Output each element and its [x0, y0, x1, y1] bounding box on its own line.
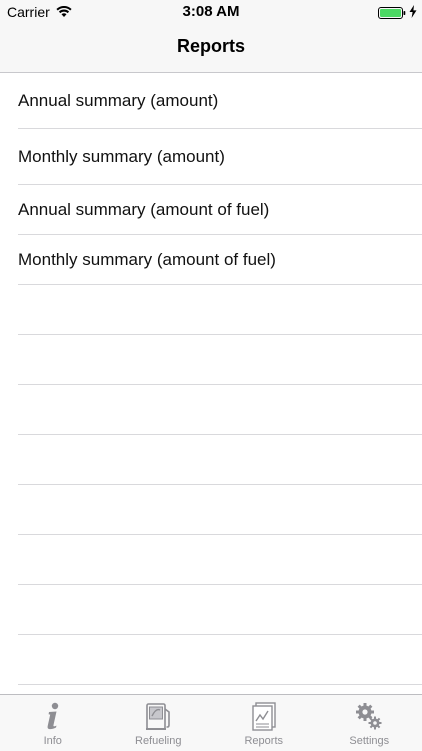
empty-row [18, 335, 422, 385]
empty-row [18, 285, 422, 335]
list-item-annual-amount[interactable]: Annual summary (amount) [18, 73, 422, 129]
info-icon [38, 701, 68, 736]
status-bar: Carrier 3:08 AM [0, 0, 422, 24]
list-item-monthly-fuel[interactable]: Monthly summary (amount of fuel) [18, 235, 422, 285]
tab-bar: Info Refueling Reports [0, 694, 422, 751]
empty-row [18, 485, 422, 535]
gears-icon [354, 701, 384, 736]
page-title: Reports [0, 36, 422, 57]
empty-row [18, 585, 422, 635]
navigation-bar: Reports [0, 24, 422, 73]
tab-info[interactable]: Info [0, 695, 106, 751]
tab-settings[interactable]: Settings [317, 695, 422, 751]
tab-refueling[interactable]: Refueling [106, 695, 212, 751]
fuel-pump-icon [143, 701, 173, 736]
charging-bolt-icon [409, 5, 417, 23]
tab-reports[interactable]: Reports [211, 695, 317, 751]
empty-row [18, 535, 422, 585]
list-item-monthly-amount[interactable]: Monthly summary (amount) [18, 129, 422, 185]
reports-icon [249, 701, 279, 736]
list-item-label: Monthly summary (amount of fuel) [18, 250, 276, 270]
empty-row [18, 635, 422, 685]
tab-label: Reports [211, 735, 317, 747]
list-item-label: Annual summary (amount of fuel) [18, 200, 269, 220]
list-item-label: Annual summary (amount) [18, 91, 218, 111]
reports-list[interactable]: Annual summary (amount) Monthly summary … [0, 73, 422, 694]
tab-label: Info [0, 735, 106, 747]
tab-label: Refueling [106, 735, 212, 747]
empty-row [18, 685, 422, 694]
empty-row [18, 385, 422, 435]
list-item-label: Monthly summary (amount) [18, 147, 225, 167]
clock: 3:08 AM [0, 3, 422, 20]
empty-row [18, 435, 422, 485]
list-item-annual-fuel[interactable]: Annual summary (amount of fuel) [18, 185, 422, 235]
tab-label: Settings [317, 735, 422, 747]
battery-icon [378, 6, 406, 24]
